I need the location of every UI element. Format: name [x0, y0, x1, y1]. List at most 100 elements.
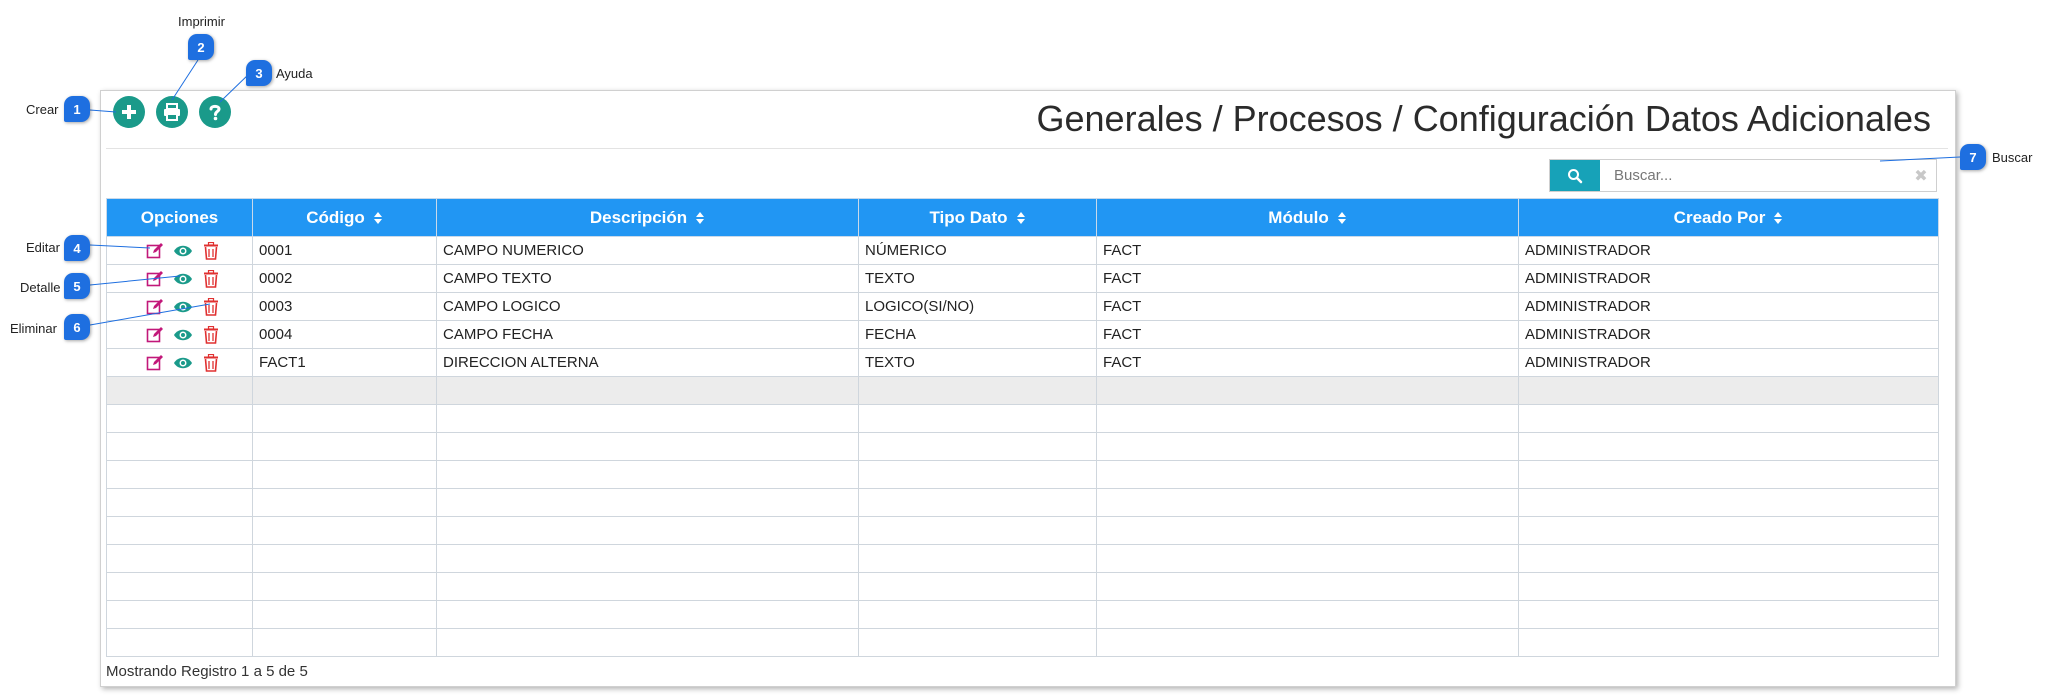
callout-7: 7 — [1960, 144, 1986, 170]
modulo-cell: FACT — [1096, 264, 1519, 293]
empty-cell — [858, 600, 1097, 629]
search-input[interactable] — [1600, 160, 1906, 191]
empty-row — [106, 432, 1939, 461]
column-header-descripcion[interactable]: Descripción — [436, 198, 859, 237]
empty-cell — [858, 488, 1097, 517]
empty-cell — [436, 516, 859, 545]
trash-icon[interactable] — [201, 269, 221, 288]
empty-cell — [858, 404, 1097, 433]
row-actions — [113, 269, 252, 288]
empty-cell — [1096, 404, 1519, 433]
edit-icon[interactable] — [145, 326, 165, 344]
column-header-modulo[interactable]: Módulo — [1096, 198, 1519, 237]
table-row[interactable]: 0002 CAMPO TEXTO TEXTO FACT ADMINISTRADOR — [106, 264, 1939, 293]
empty-cell — [106, 404, 253, 433]
callout-label-ayuda: Ayuda — [276, 66, 313, 81]
trash-icon[interactable] — [201, 325, 221, 344]
column-header-tipo-dato[interactable]: Tipo Dato — [858, 198, 1097, 237]
eye-icon[interactable] — [173, 298, 193, 316]
empty-cell — [1096, 516, 1519, 545]
empty-cell — [1518, 376, 1939, 405]
empty-cell — [858, 544, 1097, 573]
edit-icon[interactable] — [145, 298, 165, 316]
empty-row — [106, 544, 1939, 573]
search-button[interactable] — [1550, 160, 1600, 191]
tipo-dato-cell: TEXTO — [858, 348, 1097, 377]
column-header-creado-por[interactable]: Creado Por — [1518, 198, 1939, 237]
empty-cell — [1518, 516, 1939, 545]
row-actions — [113, 325, 252, 344]
callout-label-buscar: Buscar — [1992, 150, 2033, 165]
empty-cell — [858, 572, 1097, 601]
empty-cell — [1518, 432, 1939, 461]
empty-cell — [436, 460, 859, 489]
empty-row — [106, 376, 1939, 405]
question-circle-icon — [209, 104, 221, 121]
printer-icon — [164, 103, 180, 121]
eye-icon[interactable] — [173, 354, 193, 372]
tipo-dato-cell: NÚMERICO — [858, 236, 1097, 265]
tipo-dato-cell: LOGICO(SI/NO) — [858, 292, 1097, 321]
descripcion-cell: CAMPO NUMERICO — [436, 236, 859, 265]
empty-cell — [1518, 460, 1939, 489]
table-row[interactable]: 0001 CAMPO NUMERICO NÚMERICO FACT ADMINISTRA… — [106, 236, 1939, 265]
empty-cell — [436, 628, 859, 657]
empty-cell — [106, 376, 253, 405]
empty-cell — [1096, 432, 1519, 461]
table-info: Mostrando Registro 1 a 5 de 5 — [106, 663, 308, 680]
creado-por-cell: ADMINISTRADOR — [1518, 292, 1939, 321]
edit-icon[interactable] — [145, 242, 165, 260]
eye-icon[interactable] — [173, 242, 193, 260]
table-row[interactable]: FACT1 DIRECCION ALTERNA TEXTO FACT ADMINISTR… — [106, 348, 1939, 377]
codigo-cell: 0002 — [252, 264, 437, 293]
options-cell — [106, 292, 253, 321]
trash-icon[interactable] — [201, 297, 221, 316]
empty-cell — [436, 544, 859, 573]
edit-icon[interactable] — [145, 354, 165, 372]
empty-cell — [1096, 460, 1519, 489]
empty-cell — [106, 488, 253, 517]
empty-cell — [1518, 488, 1939, 517]
row-actions — [113, 297, 252, 316]
tipo-dato-cell: TEXTO — [858, 264, 1097, 293]
empty-cell — [106, 572, 253, 601]
callout-6: 6 — [64, 314, 90, 340]
column-header-codigo[interactable]: Código — [252, 198, 437, 237]
table-row[interactable]: 0003 CAMPO LOGICO LOGICO(SI/NO) FACT ADMINIS… — [106, 292, 1939, 321]
empty-cell — [106, 432, 253, 461]
empty-cell — [1096, 376, 1519, 405]
empty-cell — [252, 432, 437, 461]
empty-cell — [436, 488, 859, 517]
help-button[interactable] — [199, 96, 231, 128]
empty-row — [106, 460, 1939, 489]
sort-icon — [1774, 212, 1783, 225]
print-button[interactable] — [156, 96, 188, 128]
create-button[interactable] — [113, 96, 145, 128]
trash-icon[interactable] — [201, 353, 221, 372]
callout-label-imprimir: Imprimir — [178, 14, 225, 29]
callout-5: 5 — [64, 273, 90, 299]
empty-cell — [1518, 404, 1939, 433]
callout-label-crear: Crear — [26, 102, 59, 117]
creado-por-cell: ADMINISTRADOR — [1518, 236, 1939, 265]
descripcion-cell: CAMPO FECHA — [436, 320, 859, 349]
empty-cell — [1518, 600, 1939, 629]
eye-icon[interactable] — [173, 270, 193, 288]
table-row[interactable]: 0004 CAMPO FECHA FECHA FACT ADMINISTRADOR — [106, 320, 1939, 349]
table-header-row: Opciones Código Descripción Tipo Dato Mó… — [106, 198, 1939, 237]
trash-icon[interactable] — [201, 241, 221, 260]
edit-icon[interactable] — [145, 270, 165, 288]
empty-cell — [436, 376, 859, 405]
empty-cell — [1518, 628, 1939, 657]
eye-icon[interactable] — [173, 326, 193, 344]
creado-por-cell: ADMINISTRADOR — [1518, 264, 1939, 293]
close-icon[interactable]: ✖ — [1906, 160, 1936, 191]
title-divider — [106, 148, 1948, 149]
callout-2: 2 — [188, 34, 214, 60]
empty-cell — [252, 544, 437, 573]
descripcion-cell: CAMPO LOGICO — [436, 292, 859, 321]
empty-cell — [1096, 572, 1519, 601]
empty-cell — [436, 600, 859, 629]
search-icon — [1568, 168, 1583, 183]
empty-cell — [252, 628, 437, 657]
